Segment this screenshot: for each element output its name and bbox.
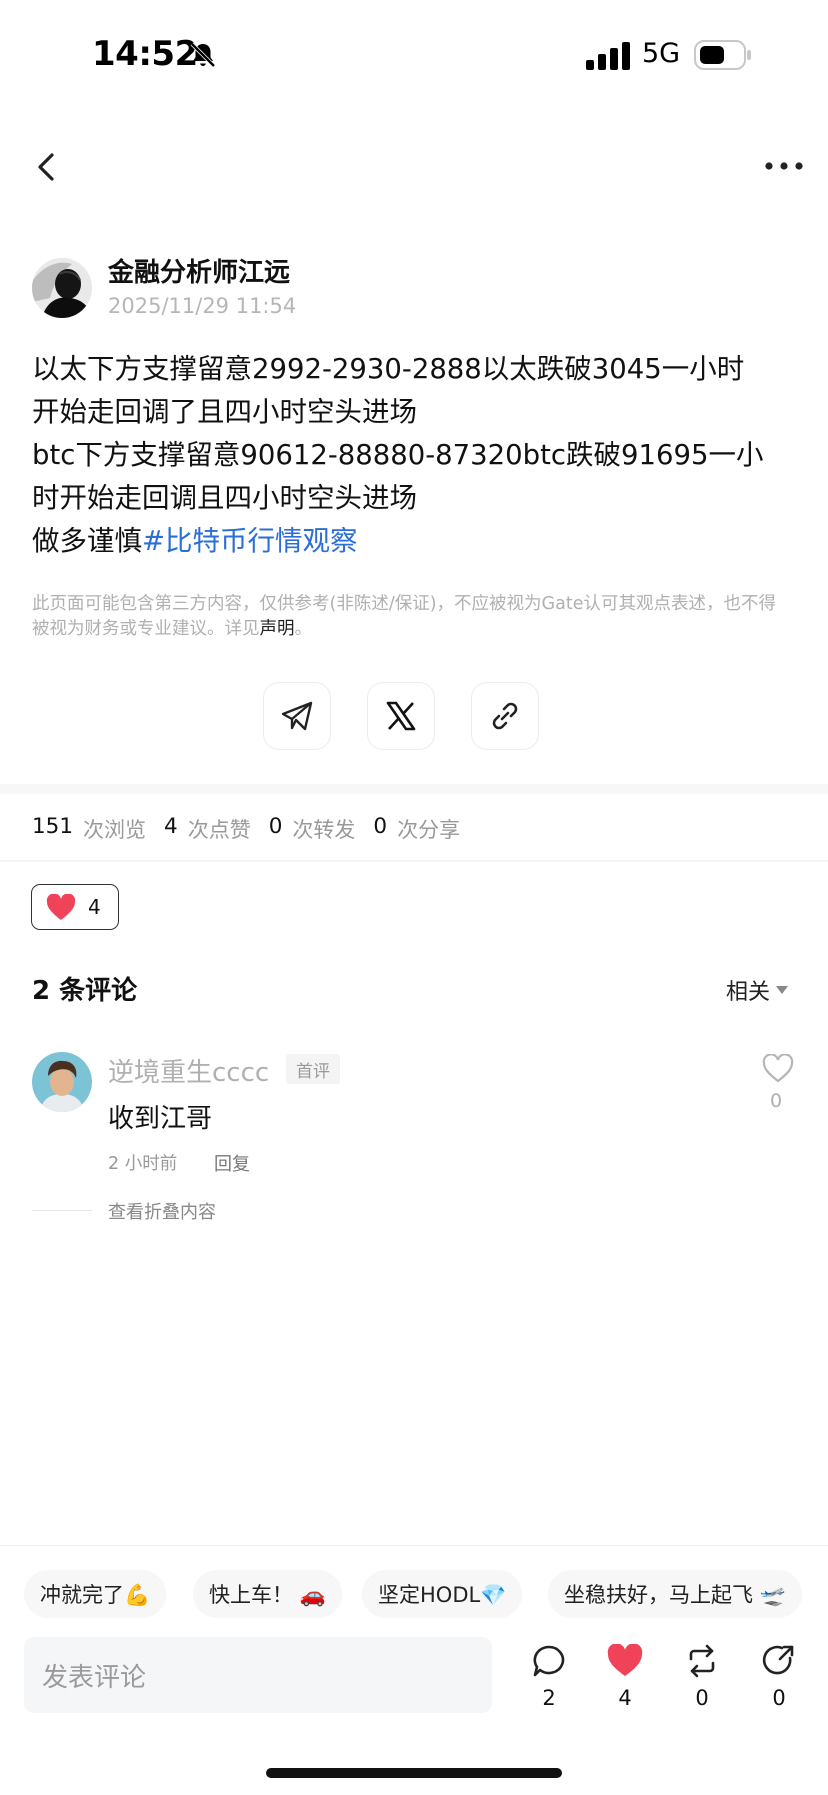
hashtag-link[interactable]: #比特币行情观察 (142, 525, 358, 557)
share-x-button[interactable] (367, 682, 435, 750)
author-avatar[interactable] (32, 258, 92, 318)
post-stats: 151 次浏览 4 次点赞 0 次转发 0 次分享 (32, 814, 478, 844)
quick-reply-chip[interactable]: 快上车！ 🚗 (193, 1570, 342, 1618)
reposts-count: 0 (268, 814, 283, 839)
bottom-bar-divider (0, 1545, 828, 1546)
x-logo-icon (386, 701, 416, 731)
like-chip-count: 4 (88, 895, 101, 919)
cellular-signal-icon (586, 42, 630, 70)
status-time: 14:52 (92, 34, 198, 74)
section-divider (0, 860, 828, 862)
like-action-count: 4 (618, 1686, 632, 1710)
fold-divider (32, 1210, 92, 1211)
like-reaction-button[interactable]: 4 (31, 884, 119, 930)
comment-like-icon[interactable] (762, 1054, 794, 1084)
more-options-icon[interactable] (764, 158, 804, 174)
reply-button[interactable]: 回复 (214, 1150, 250, 1176)
first-comment-badge: 首评 (286, 1054, 340, 1084)
section-divider (0, 784, 828, 794)
likes-label: 次点赞 (187, 818, 251, 842)
heart-filled-icon (46, 893, 76, 920)
disclaimer-end: 。 (294, 619, 313, 639)
author-name[interactable]: 金融分析师江远 (108, 252, 290, 289)
back-icon[interactable] (30, 150, 64, 184)
view-folded-button[interactable]: 查看折叠内容 (108, 1198, 216, 1224)
bell-muted-icon (190, 42, 216, 68)
sort-dropdown[interactable]: 相关 (726, 974, 789, 1006)
comment-action-icon[interactable] (526, 1644, 572, 1678)
reposts-label: 次转发 (292, 818, 356, 842)
commenter-name[interactable]: 逆境重生cccc (108, 1052, 269, 1089)
disclaimer: 此页面可能包含第三方内容，仅供参考(非陈述/保证)，不应被视为Gate认可其观点… (32, 592, 792, 642)
comment-time: 2 小时前 (108, 1154, 178, 1174)
comment-action-count: 2 (542, 1686, 556, 1710)
network-type: 5G (642, 38, 681, 69)
share-telegram-button[interactable] (263, 682, 331, 750)
telegram-icon (281, 701, 313, 731)
likes-count: 4 (164, 814, 178, 839)
quick-reply-chip[interactable]: 坚定HODL💎 (362, 1570, 523, 1618)
repost-action-icon[interactable] (679, 1644, 725, 1678)
caret-down-icon (776, 986, 789, 994)
quick-reply-chip[interactable]: 坐稳扶好，马上起飞 🛫 (548, 1570, 802, 1618)
disclaimer-text: 此页面可能包含第三方内容，仅供参考(非陈述/保证)，不应被视为Gate认可其观点… (32, 594, 776, 639)
shares-count: 0 (373, 814, 388, 839)
shares-label: 次分享 (397, 818, 461, 842)
comment-like-count: 0 (770, 1090, 783, 1112)
post-body: 以太下方支撑留意2992-2930-2888以太跌破3045一小时 开始走回调了… (32, 348, 792, 563)
post-time: 2025/11/29 11:54 (108, 294, 297, 318)
share-action-icon[interactable] (756, 1644, 802, 1678)
home-indicator (266, 1768, 562, 1778)
comment-text: 收到江哥 (108, 1104, 213, 1134)
link-icon (492, 702, 518, 730)
share-action-count: 0 (772, 1686, 786, 1710)
views-label: 次浏览 (83, 818, 147, 842)
repost-action-count: 0 (695, 1686, 709, 1710)
copy-link-button[interactable] (471, 682, 539, 750)
like-action-icon[interactable] (602, 1644, 648, 1678)
quick-reply-chip[interactable]: 冲就完了💪 (24, 1570, 167, 1618)
commenter-avatar[interactable] (32, 1052, 92, 1112)
disclaimer-link[interactable]: 声明 (260, 619, 295, 639)
comment-input[interactable]: 发表评论 (24, 1637, 492, 1713)
comments-title: 2 条评论 (32, 976, 138, 1006)
views-count: 151 (32, 814, 74, 839)
battery-icon (694, 40, 751, 70)
sort-label: 相关 (726, 980, 771, 1005)
